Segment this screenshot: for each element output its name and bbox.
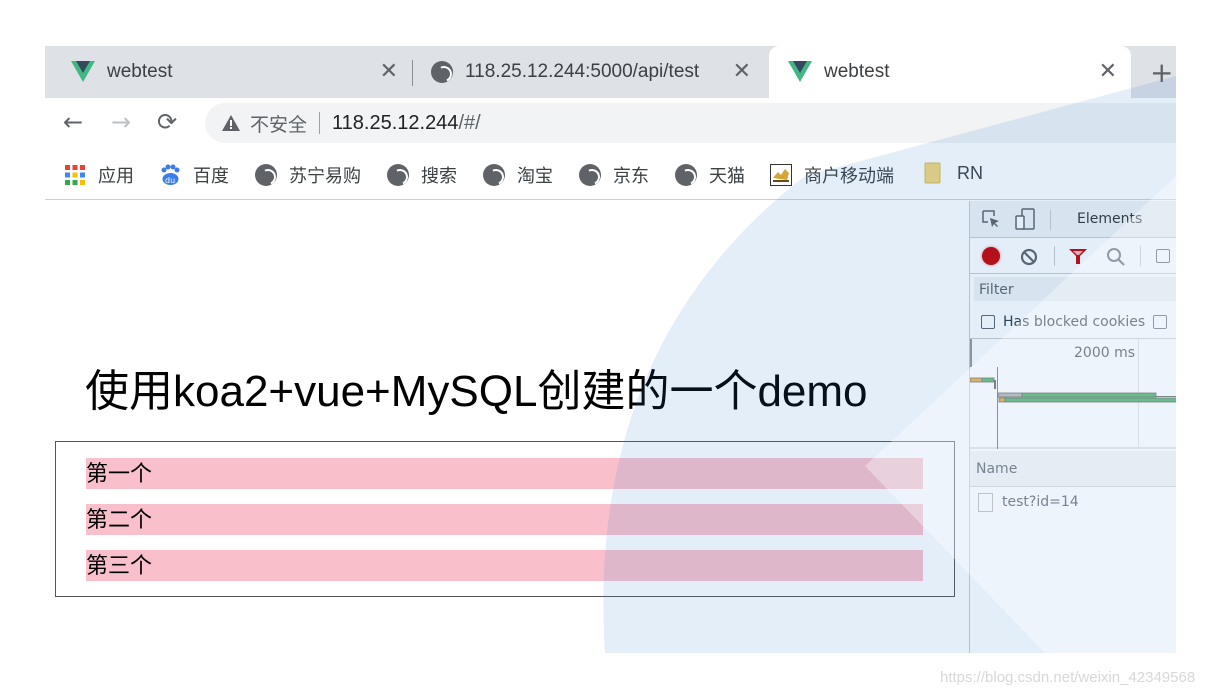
list-item: 第一个 [86,458,923,489]
close-tab-icon[interactable]: ✕ [380,59,398,84]
request-name: test?id=14 [1002,494,1079,510]
bookmark-label: 苏宁易购 [289,166,361,186]
list-item: 第二个 [86,504,923,535]
tab-title: webtest [107,61,173,82]
url-host: 118.25.12.244 [332,111,459,134]
page-content: 使用koa2+vue+MySQL创建的一个demo 第一个 第二个 第三个 [45,201,969,653]
globe-icon [255,164,277,186]
bookmark-folder-rn[interactable]: RN [923,162,983,184]
network-overview-timeline[interactable]: 2000 ms [970,339,1176,449]
back-button[interactable]: ← [63,108,83,136]
inspect-element-icon[interactable] [982,210,1000,228]
timeline-tick-label: 2000 ms [1074,345,1136,361]
url-path: /#/ [458,111,481,134]
network-toolbar [970,238,1176,274]
timeline-scroll-handle[interactable] [970,339,972,367]
globe-icon [675,164,697,186]
bookmark-label: 商户移动端 [804,166,894,186]
devtools-panel: Elements Filter Has blocked cookies 2000… [969,201,1176,653]
tab-webtest-active[interactable]: webtest ✕ [769,46,1131,98]
bookmarks-bar: 应用 du 百度 苏宁易购 搜索 淘宝 京东 天猫 商户移动端 RN [45,148,1176,200]
security-status[interactable]: 不安全 [250,110,307,137]
bookmark-label: 天猫 [709,166,745,186]
reload-button[interactable]: ⟳ [157,108,177,136]
bookmark-apps[interactable]: 应用 [64,162,134,188]
tab-title: webtest [824,61,890,82]
browser-window: webtest ✕ 118.25.12.244:5000/api/test ✕ … [45,46,1176,653]
request-waterfall-bars [970,377,1176,403]
tab-title: 118.25.12.244:5000/api/test [465,61,700,82]
address-bar[interactable]: 不安全 118.25.12.244/#/ [205,103,1176,143]
close-tab-icon[interactable]: ✕ [1099,59,1117,84]
bookmark-label: 京东 [613,166,649,186]
filter-input[interactable]: Filter [974,277,1176,301]
tab-webtest-1[interactable]: webtest ✕ [45,46,412,98]
url-text[interactable]: 118.25.12.244/#/ [332,112,481,135]
vue-logo-icon [71,61,95,82]
bookmark-tmall[interactable]: 天猫 [675,162,745,188]
watermark-url: https://blog.csdn.net/weixin_42349568 [940,669,1196,686]
globe-icon [483,164,505,186]
bookmark-search[interactable]: 搜索 [387,162,457,188]
record-button[interactable] [982,247,1000,265]
item-list: 第一个 第二个 第三个 [55,441,955,597]
tab-strip: webtest ✕ 118.25.12.244:5000/api/test ✕ … [45,46,1176,98]
request-row[interactable]: test?id=14 [970,488,1176,516]
toolbar: ← → ⟳ 不安全 118.25.12.244/#/ [45,98,1176,148]
has-blocked-cookies-label: Has blocked cookies [1003,313,1146,330]
bookmark-baidu[interactable]: du 百度 [159,162,229,188]
svg-text:du: du [165,176,175,185]
forward-button[interactable]: → [111,108,131,136]
filter-funnel-icon[interactable] [1068,248,1088,265]
omnibox-divider [319,112,321,134]
has-blocked-cookies-checkbox[interactable] [981,314,995,329]
search-icon[interactable] [1106,247,1126,267]
filter-options-row: Has blocked cookies [970,305,1176,339]
warning-icon [222,115,240,131]
device-toolbar-icon[interactable] [1014,208,1036,230]
bookmark-label: 百度 [193,166,229,186]
bookmark-taobao[interactable]: 淘宝 [483,162,553,188]
devtools-divider [1054,246,1055,266]
bookmark-suning[interactable]: 苏宁易购 [255,162,361,188]
tab-elements[interactable]: Elements [1077,211,1142,227]
tab-api-test[interactable]: 118.25.12.244:5000/api/test ✕ [413,46,765,98]
column-header-name[interactable]: Name [970,451,1176,487]
bookmark-label: 淘宝 [517,166,553,186]
globe-icon [387,164,409,186]
devtools-divider [1050,210,1051,230]
apps-grid-icon [65,165,85,185]
folder-icon [924,162,941,184]
baidu-paw-icon: du [161,164,180,185]
bookmark-label: 应用 [98,166,134,186]
new-tab-button[interactable]: + [1150,56,1173,89]
bookmark-label: 搜索 [421,166,457,186]
globe-icon [431,61,453,83]
document-icon [978,492,993,512]
vue-logo-icon [788,61,812,82]
globe-icon [579,164,601,186]
page-heading: 使用koa2+vue+MySQL创建的一个demo [85,367,868,416]
bookmark-merchant[interactable]: 商户移动端 [770,162,894,188]
devtools-tabbar: Elements [970,201,1176,238]
bookmark-label: RN [957,162,983,183]
close-tab-icon[interactable]: ✕ [733,59,751,84]
bookmark-jd[interactable]: 京东 [579,162,649,188]
clear-icon[interactable] [1020,248,1038,266]
preserve-log-checkbox[interactable] [1156,249,1170,263]
list-item: 第三个 [86,550,923,581]
devtools-divider [1140,246,1141,266]
tomcat-icon [770,164,792,186]
filter-option-checkbox[interactable] [1153,314,1168,329]
